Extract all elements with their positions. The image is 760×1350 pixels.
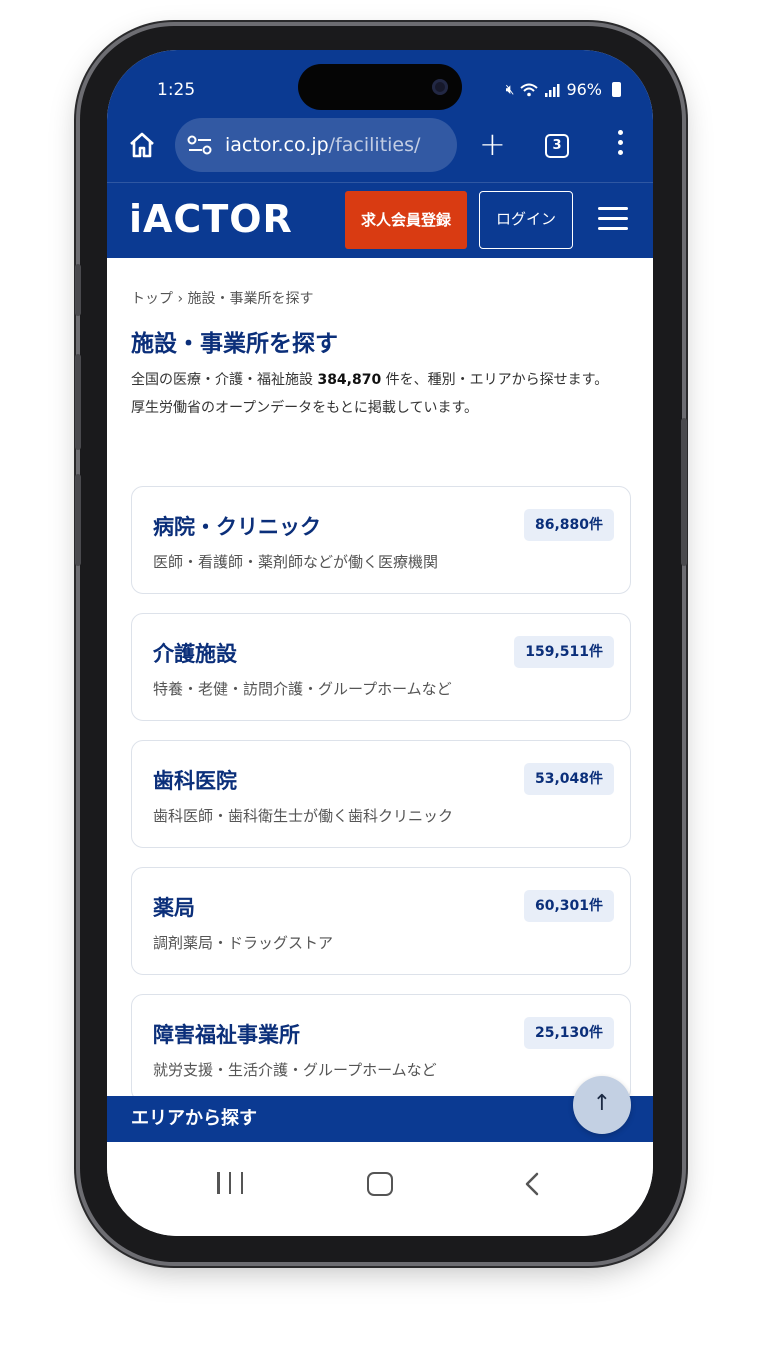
url-bar: iactor.co.jp/facilities/ + 3	[107, 116, 653, 182]
home-nav-icon[interactable]	[367, 1172, 393, 1196]
tab-switcher-icon[interactable]: 3	[545, 134, 569, 158]
intro-prefix: 全国の医療・介護・福祉施設	[131, 372, 318, 388]
register-button[interactable]: 求人会員登録	[345, 191, 467, 249]
card-title: 障害福祉事業所	[153, 1023, 300, 1047]
card-desc: 歯科医師・歯科衛生士が働く歯科クリニック	[153, 807, 454, 825]
site-navbar: iACTOR 求人会員登録 ログイン	[107, 182, 653, 258]
category-card-dental[interactable]: 歯科医院 53,048件 歯科医師・歯科衛生士が働く歯科クリニック	[131, 740, 631, 848]
card-title: 病院・クリニック	[153, 515, 321, 539]
category-card-care[interactable]: 介護施設 159,511件 特養・老健・訪問介護・グループホームなど	[131, 613, 631, 721]
page-intro: 全国の医療・介護・福祉施設 384,870 件を、種別・エリアから探せます。 厚…	[131, 366, 643, 422]
status-icons: 🔇︎ 96%	[506, 80, 621, 99]
category-card-hospital[interactable]: 病院・クリニック 86,880件 医師・看護師・薬剤師などが働く医療機関	[131, 486, 631, 594]
volume-up-button	[75, 354, 81, 450]
site-logo[interactable]: iACTOR	[129, 197, 293, 241]
category-card-disability[interactable]: 障害福祉事業所 25,130件 就労支援・生活介護・グループホームなど	[131, 994, 631, 1102]
breadcrumb[interactable]: トップ › 施設・事業所を探す	[131, 288, 314, 308]
card-title: 歯科医院	[153, 769, 237, 793]
count-badge: 60,301件	[523, 890, 614, 922]
phone-screen: 1:25 🔇︎ 96% iactor.co.jp /facilities/ + …	[107, 50, 653, 1236]
battery-percent: 96%	[566, 80, 602, 99]
card-desc: 特養・老健・訪問介護・グループホームなど	[153, 680, 452, 698]
main-content: トップ › 施設・事業所を探す 施設・事業所を探す 全国の医療・介護・福祉施設 …	[107, 258, 653, 1102]
card-desc: 調剤薬局・ドラッグストア	[153, 934, 334, 952]
site-settings-icon[interactable]	[187, 135, 213, 155]
volume-down-button	[75, 474, 81, 566]
signal-icon	[545, 83, 560, 97]
back-icon[interactable]	[521, 1172, 545, 1196]
page-title: 施設・事業所を探す	[131, 331, 338, 357]
wifi-icon	[520, 83, 539, 96]
intro-source: 厚生労働省のオープンデータをもとに掲載しています。	[131, 400, 479, 416]
count-badge: 86,880件	[523, 509, 614, 541]
recents-icon[interactable]	[217, 1172, 243, 1194]
new-tab-icon[interactable]: +	[479, 128, 506, 160]
count-badge: 159,511件	[514, 636, 614, 668]
card-desc: 医師・看護師・薬剤師などが働く医療機関	[153, 553, 439, 571]
action-button	[75, 264, 81, 316]
mute-icon: 🔇︎	[505, 81, 515, 98]
status-time: 1:25	[157, 80, 196, 100]
address-field[interactable]: iactor.co.jp/facilities/	[175, 118, 457, 172]
power-button	[681, 418, 687, 566]
card-desc: 就労支援・生活介護・グループホームなど	[153, 1061, 437, 1079]
android-nav-bar	[107, 1142, 653, 1236]
browser-header: 1:25 🔇︎ 96% iactor.co.jp /facilities/ + …	[107, 50, 653, 258]
intro-suffix: 件を、種別・エリアから探せます。	[381, 372, 609, 388]
category-card-pharmacy[interactable]: 薬局 60,301件 調剤薬局・ドラッグストア	[131, 867, 631, 975]
url-path: /facilities/	[328, 134, 421, 156]
camera-icon	[432, 79, 448, 95]
dynamic-island	[298, 64, 462, 110]
area-search-header[interactable]: エリアから探す	[107, 1096, 653, 1142]
home-icon[interactable]	[127, 130, 157, 160]
more-menu-icon[interactable]	[615, 130, 625, 160]
battery-icon	[612, 82, 621, 97]
login-button[interactable]: ログイン	[479, 191, 573, 249]
intro-total: 384,870	[317, 372, 382, 388]
scroll-top-button[interactable]: ↑	[573, 1076, 631, 1134]
card-title: 薬局	[153, 896, 195, 920]
count-badge: 53,048件	[523, 763, 614, 795]
hamburger-menu-icon[interactable]	[598, 207, 628, 231]
url-domain: iactor.co.jp	[225, 134, 329, 156]
card-title: 介護施設	[153, 642, 237, 666]
count-badge: 25,130件	[523, 1017, 614, 1049]
